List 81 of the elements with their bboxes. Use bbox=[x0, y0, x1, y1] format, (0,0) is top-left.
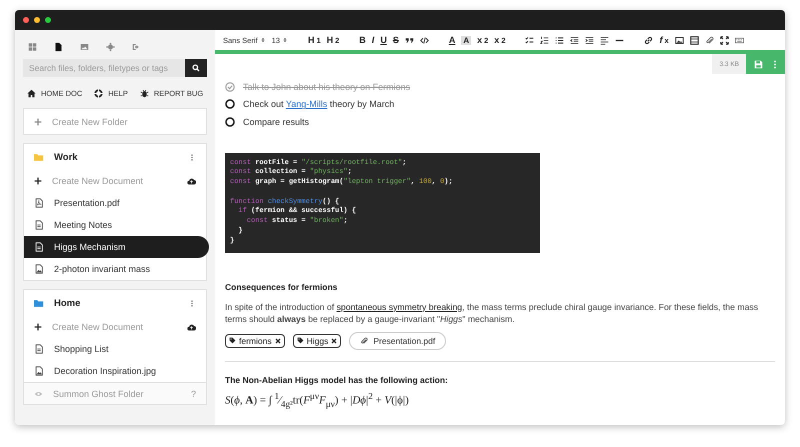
eye-icon bbox=[34, 390, 43, 398]
maximize-dot[interactable] bbox=[45, 17, 51, 23]
tag-icon bbox=[296, 337, 304, 344]
file-item[interactable]: Presentation.pdf bbox=[24, 192, 206, 214]
numbered-list-icon[interactable] bbox=[540, 36, 550, 44]
formula: S(ϕ, A) = ∫ $^{1}$⁄$_{4g²}$tr(F$^{μν}$F$_{μν}$) + |Dϕ|$^{2}$ + V(|ϕ|) bbox=[225, 390, 410, 409]
bullet-list-icon[interactable] bbox=[555, 36, 564, 44]
checkbox-circle[interactable] bbox=[225, 116, 235, 127]
lifebuoy-icon bbox=[94, 89, 104, 98]
document-icon bbox=[34, 220, 44, 230]
file-item[interactable]: Shopping List bbox=[24, 338, 206, 360]
toolbar-button[interactable]: A bbox=[448, 35, 456, 45]
strikethrough-button[interactable]: S bbox=[392, 35, 399, 45]
quote-icon[interactable] bbox=[404, 36, 414, 44]
paperclip-icon[interactable] bbox=[704, 36, 714, 44]
paperclip-icon bbox=[360, 336, 368, 345]
checked-circle-icon[interactable] bbox=[225, 82, 235, 92]
file-item[interactable]: Decoration Inspiration.jpg bbox=[24, 360, 206, 382]
close-icon bbox=[274, 338, 281, 344]
checklist-item-text: Check out Yang-Mills theory by March bbox=[243, 99, 394, 110]
paragraph: In spite of the introduction of spontaneous symmetry breaking, the mass terms preclude chiral gauge invariance. For these fields, the mass terms should always be replaced by a gauge-invariant "Higgs" mechanism. bbox=[225, 300, 760, 325]
plus-icon bbox=[34, 323, 42, 331]
search-button[interactable] bbox=[185, 59, 207, 77]
settings-icon[interactable] bbox=[106, 42, 115, 52]
document-icon[interactable] bbox=[54, 42, 63, 52]
close-dot[interactable] bbox=[23, 17, 29, 23]
home-icon bbox=[27, 89, 36, 98]
image-file-icon bbox=[34, 366, 44, 376]
link-icon[interactable] bbox=[644, 36, 654, 44]
plus-icon bbox=[34, 177, 42, 185]
minimize-dot[interactable] bbox=[34, 17, 40, 23]
indent-icon[interactable] bbox=[585, 36, 594, 44]
up-down-caret-icon bbox=[282, 36, 288, 44]
file-name: Decoration Inspiration.jpg bbox=[54, 366, 156, 376]
file-name: 2-photon invariant mass bbox=[54, 264, 150, 274]
code-icon[interactable] bbox=[420, 36, 429, 44]
align-left-icon[interactable] bbox=[600, 36, 610, 44]
folder-name[interactable]: Work bbox=[54, 152, 78, 162]
document-icon bbox=[34, 344, 44, 354]
tag-icon bbox=[229, 337, 236, 344]
file-item[interactable]: 2-photon invariant mass bbox=[24, 258, 206, 280]
attachment-chip[interactable]: Presentation.pdf bbox=[349, 332, 446, 350]
cloud-upload-icon bbox=[187, 176, 196, 186]
checklist-icon[interactable] bbox=[525, 36, 534, 44]
file-item[interactable]: Higgs Mechanism bbox=[24, 236, 209, 258]
up-down-caret-icon bbox=[260, 36, 266, 44]
section-heading: Consequences for fermions bbox=[225, 282, 338, 292]
pdf-file-icon bbox=[34, 198, 44, 208]
link[interactable]: Yang-Mills bbox=[286, 99, 328, 110]
checkbox-circle[interactable] bbox=[225, 99, 235, 110]
link[interactable]: spontaneous symmetry breaking bbox=[336, 302, 462, 312]
plus-icon bbox=[34, 118, 42, 126]
toolbar-button[interactable]: U bbox=[380, 35, 387, 45]
italic-button[interactable]: I bbox=[372, 35, 374, 45]
fullscreen-icon[interactable] bbox=[720, 36, 729, 44]
highlight-button[interactable]: A bbox=[461, 36, 472, 44]
outdent-icon[interactable] bbox=[570, 36, 580, 44]
close-icon bbox=[331, 338, 338, 344]
file-name: Shopping List bbox=[54, 344, 109, 354]
search-icon bbox=[192, 64, 200, 72]
file-item[interactable]: Meeting Notes bbox=[24, 214, 206, 236]
image-file-icon bbox=[34, 264, 44, 274]
checklist-item-text: Talk to John about his theory on Fermions bbox=[243, 82, 410, 92]
file-name: Meeting Notes bbox=[54, 220, 112, 230]
keyboard-icon[interactable] bbox=[734, 36, 744, 44]
tag-chip[interactable]: Higgs bbox=[292, 334, 342, 348]
search-field[interactable]: Search files, folders, filetypes or tags bbox=[23, 59, 185, 77]
toolbar-button[interactable]: B bbox=[359, 35, 366, 45]
file-name: Presentation.pdf bbox=[54, 198, 120, 208]
sign-out-icon[interactable] bbox=[132, 42, 141, 52]
grid-icon[interactable] bbox=[28, 42, 37, 52]
folder-name[interactable]: Home bbox=[54, 298, 80, 308]
cloud-upload-icon bbox=[187, 322, 196, 332]
document-icon bbox=[34, 242, 44, 252]
checklist-item-text: Compare results bbox=[243, 116, 310, 127]
section-heading: The Non-Abelian Higgs model has the following action: bbox=[225, 374, 449, 385]
file-name: Higgs Mechanism bbox=[54, 242, 126, 252]
tag-chip[interactable]: fermions bbox=[225, 334, 285, 348]
image-icon[interactable] bbox=[674, 36, 684, 44]
film-icon[interactable] bbox=[690, 36, 699, 44]
bug-icon bbox=[140, 89, 149, 98]
